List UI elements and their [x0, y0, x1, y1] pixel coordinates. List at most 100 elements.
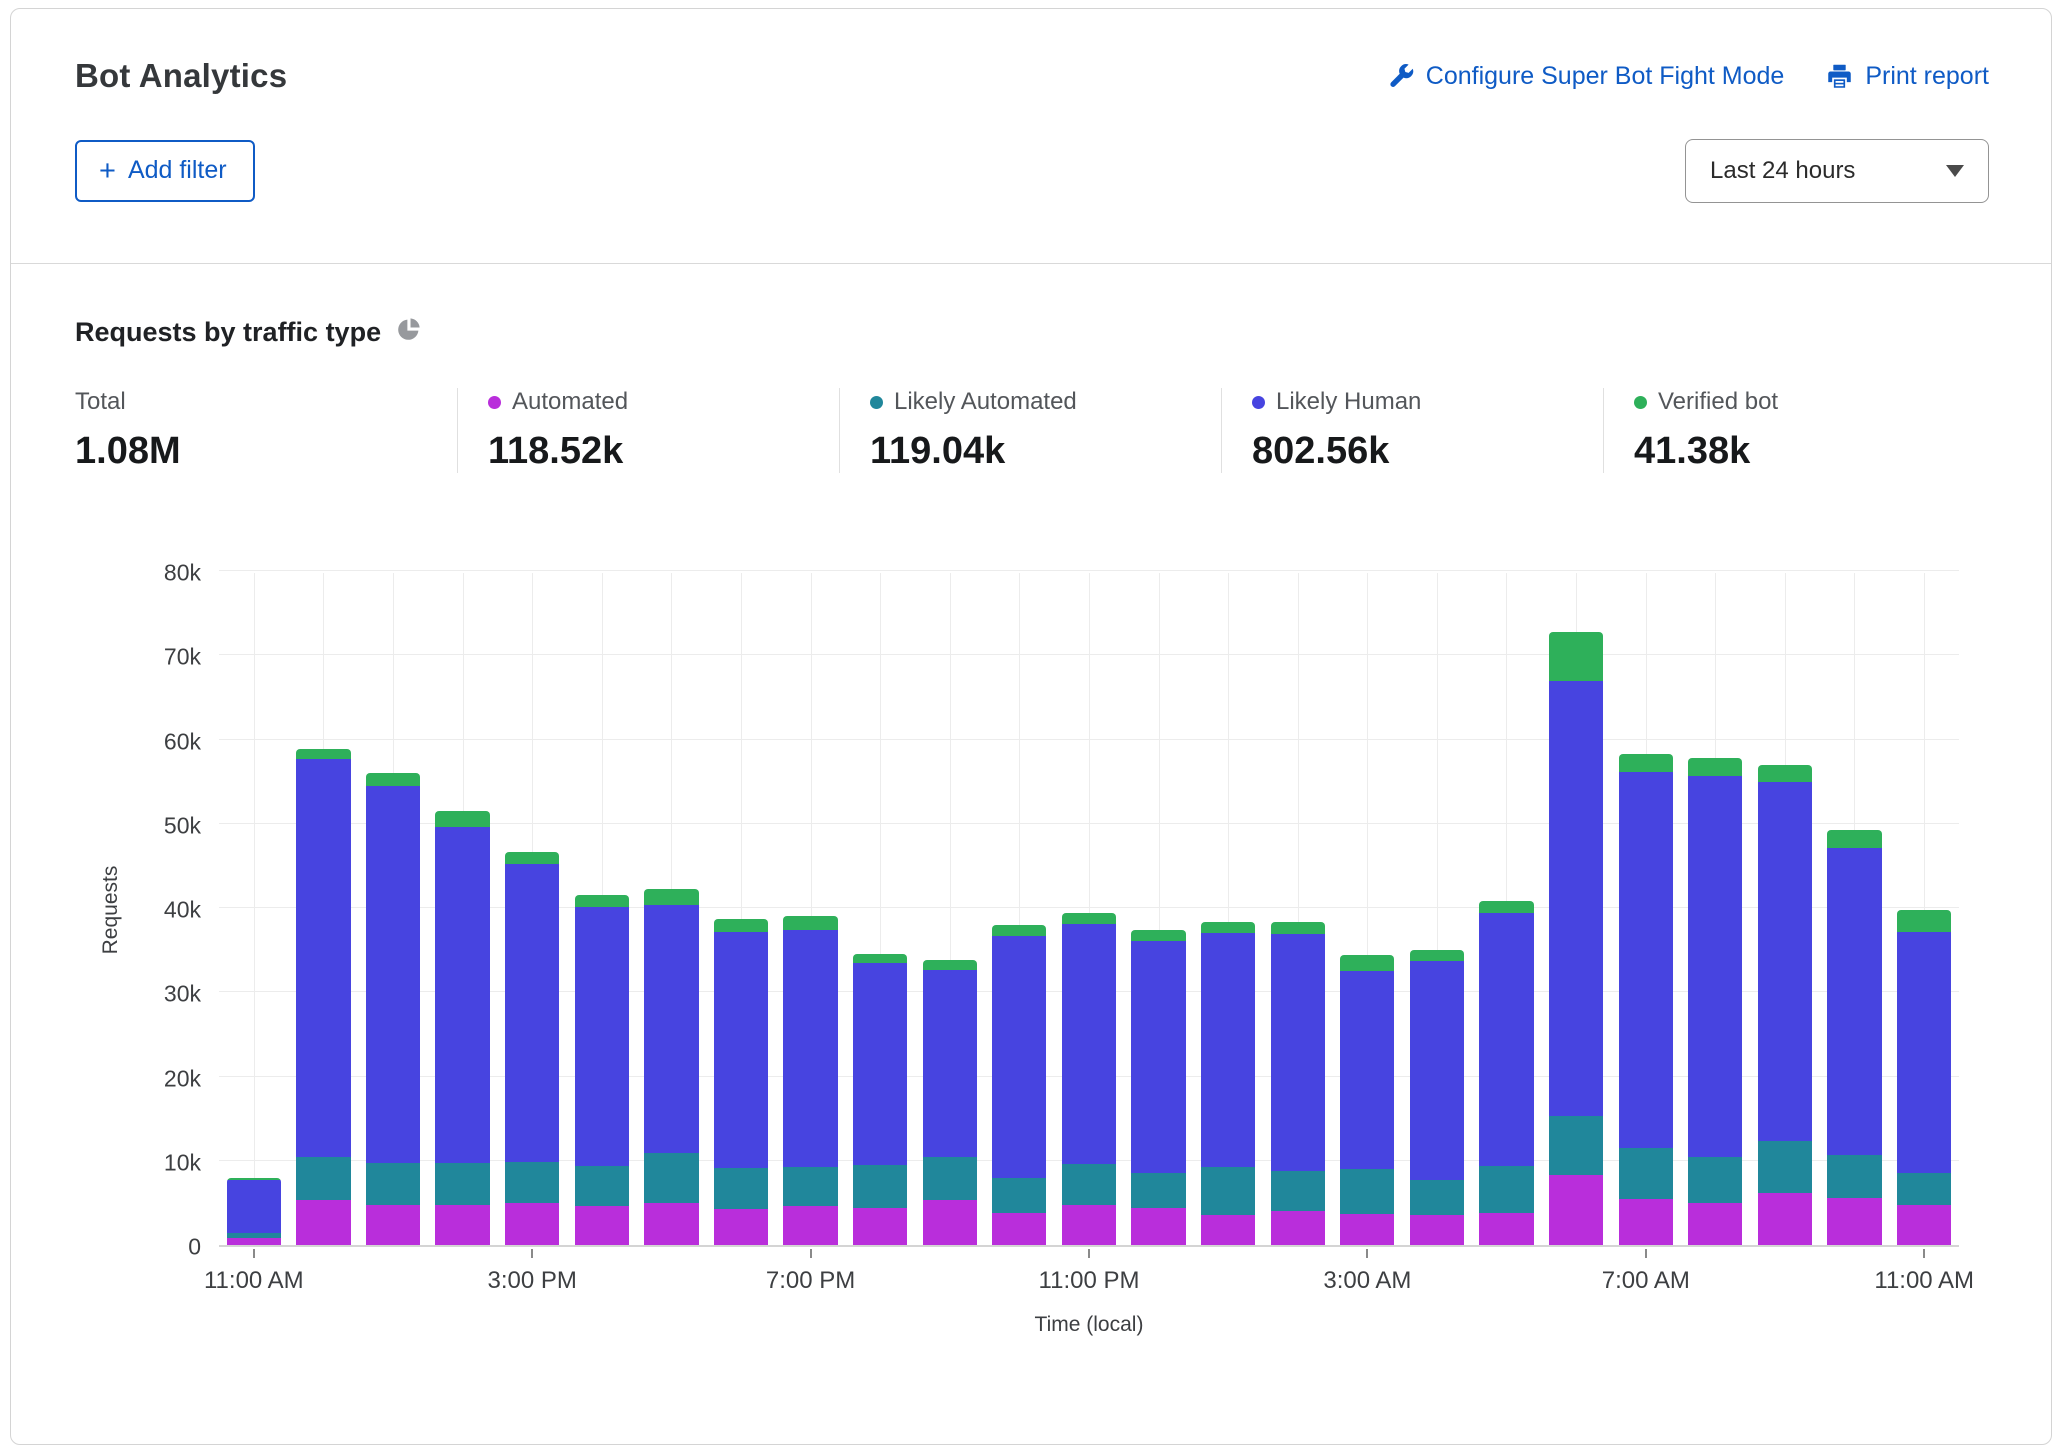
stacked-bar-500am[interactable]	[1479, 901, 1533, 1245]
bar-segment-verified_bot	[366, 773, 420, 786]
stat-automated-value: 118.52k	[488, 430, 829, 473]
stacked-bar-1200pm[interactable]	[296, 749, 350, 1245]
bar-segment-verified_bot	[1688, 758, 1742, 776]
x-tick-label-24: 11:00 AM	[1874, 1267, 1974, 1295]
bars-container	[219, 573, 1959, 1245]
plot-area	[219, 573, 1959, 1247]
stacked-bar-400pm[interactable]	[575, 895, 629, 1245]
bar-segment-verified_bot	[1827, 830, 1881, 849]
x-tick-mark	[1088, 1249, 1090, 1258]
y-tick-label-30: 30k	[164, 981, 201, 1008]
bar-slot-12	[1054, 573, 1124, 1245]
stacked-bar-100am[interactable]	[1201, 922, 1255, 1245]
stat-total-value: 1.08M	[75, 430, 447, 473]
stacked-bar-1000am[interactable]	[1827, 830, 1881, 1245]
stacked-bar-300pm[interactable]	[505, 852, 559, 1245]
bar-segment-likely_automated	[1201, 1167, 1255, 1215]
bar-segment-likely_automated	[1410, 1180, 1464, 1215]
bar-segment-verified_bot	[1479, 901, 1533, 913]
bar-segment-verified_bot	[435, 811, 489, 827]
y-tick-label-50: 50k	[164, 812, 201, 839]
y-tick-label-0: 0	[188, 1234, 201, 1261]
add-filter-button[interactable]: + Add filter	[75, 140, 255, 202]
bar-segment-likely_human	[435, 827, 489, 1163]
stacked-bar-800am[interactable]	[1688, 758, 1742, 1245]
bar-segment-automated	[1201, 1215, 1255, 1245]
stat-automated: Automated 118.52k	[457, 388, 839, 473]
stacked-bar-1100am[interactable]	[227, 1178, 281, 1245]
bar-segment-automated	[575, 1206, 629, 1245]
stat-likely-automated: Likely Automated 119.04k	[839, 388, 1221, 473]
pie-chart-icon	[395, 316, 422, 348]
stacked-bar-1200am[interactable]	[1131, 930, 1185, 1245]
bar-slot-14	[1193, 573, 1263, 1245]
bar-segment-likely_automated	[505, 1162, 559, 1203]
bar-segment-likely_human	[1201, 933, 1255, 1166]
bar-segment-verified_bot	[505, 852, 559, 865]
stacked-bar-600am[interactable]	[1549, 632, 1603, 1245]
bar-segment-automated	[992, 1213, 1046, 1245]
stacked-bar-600pm[interactable]	[714, 919, 768, 1245]
bar-segment-likely_automated	[644, 1153, 698, 1203]
bar-segment-automated	[1619, 1199, 1673, 1245]
bar-slot-11	[985, 573, 1055, 1245]
bar-slot-3	[428, 573, 498, 1245]
bar-slot-21	[1680, 573, 1750, 1245]
configure-super-bot-fight-mode-link[interactable]: Configure Super Bot Fight Mode	[1387, 62, 1785, 91]
bar-segment-likely_automated	[1619, 1148, 1673, 1199]
bar-slot-0	[219, 573, 289, 1245]
bar-segment-likely_automated	[1758, 1141, 1812, 1193]
stat-total-label: Total	[75, 388, 126, 416]
stacked-bar-1100pm[interactable]	[1062, 913, 1116, 1245]
stacked-bar-300am[interactable]	[1340, 955, 1394, 1245]
bar-segment-likely_automated	[435, 1163, 489, 1205]
h-gridline-80k	[219, 570, 1959, 571]
bar-slot-15	[1263, 573, 1333, 1245]
x-tick-label-0: 11:00 AM	[204, 1267, 304, 1295]
bar-segment-likely_automated	[1062, 1164, 1116, 1204]
bar-segment-likely_automated	[1897, 1173, 1951, 1204]
stacked-bar-200am[interactable]	[1271, 922, 1325, 1245]
x-tick-mark	[1923, 1249, 1925, 1258]
bar-segment-likely_human	[1758, 782, 1812, 1140]
bar-slot-8	[776, 573, 846, 1245]
stacked-bar-100pm[interactable]	[366, 773, 420, 1245]
stacked-bar-700am[interactable]	[1619, 754, 1673, 1245]
bar-segment-verified_bot	[1271, 922, 1325, 934]
y-tick-label-10: 10k	[164, 1149, 201, 1176]
x-tick-label-20: 7:00 AM	[1602, 1267, 1690, 1295]
configure-link-label: Configure Super Bot Fight Mode	[1426, 62, 1785, 91]
x-tick-mark	[531, 1249, 533, 1258]
stacked-bar-500pm[interactable]	[644, 889, 698, 1245]
stacked-bar-1100am[interactable]	[1897, 910, 1951, 1245]
bar-segment-likely_automated	[714, 1168, 768, 1208]
y-tick-label-80: 80k	[164, 560, 201, 587]
bar-slot-4	[497, 573, 567, 1245]
print-report-link[interactable]: Print report	[1826, 62, 1989, 91]
stacked-bar-200pm[interactable]	[435, 811, 489, 1245]
bar-segment-automated	[1479, 1213, 1533, 1245]
bar-segment-likely_automated	[992, 1178, 1046, 1213]
x-axis-title: Time (local)	[1035, 1313, 1144, 1337]
stacked-bar-400am[interactable]	[1410, 950, 1464, 1245]
bar-segment-likely_human	[923, 970, 977, 1156]
stacked-bar-900pm[interactable]	[923, 960, 977, 1245]
automated-legend-dot	[488, 396, 501, 409]
bar-slot-22	[1750, 573, 1820, 1245]
bar-segment-likely_human	[1131, 941, 1185, 1174]
bar-segment-likely_human	[575, 907, 629, 1166]
bar-segment-verified_bot	[1897, 910, 1951, 932]
bar-segment-automated	[227, 1238, 281, 1245]
bar-segment-automated	[923, 1200, 977, 1245]
x-tick-label-4: 3:00 PM	[487, 1267, 576, 1295]
bar-segment-verified_bot	[1131, 930, 1185, 941]
bar-segment-automated	[366, 1205, 420, 1245]
stacked-bar-900am[interactable]	[1758, 765, 1812, 1245]
stacked-bar-1000pm[interactable]	[992, 925, 1046, 1245]
bar-segment-likely_human	[366, 786, 420, 1163]
stacked-bar-700pm[interactable]	[783, 916, 837, 1245]
stacked-bar-800pm[interactable]	[853, 954, 907, 1245]
time-range-select[interactable]: Last 24 hours	[1685, 139, 1989, 203]
y-tick-label-70: 70k	[164, 644, 201, 671]
bar-slot-24	[1889, 573, 1959, 1245]
